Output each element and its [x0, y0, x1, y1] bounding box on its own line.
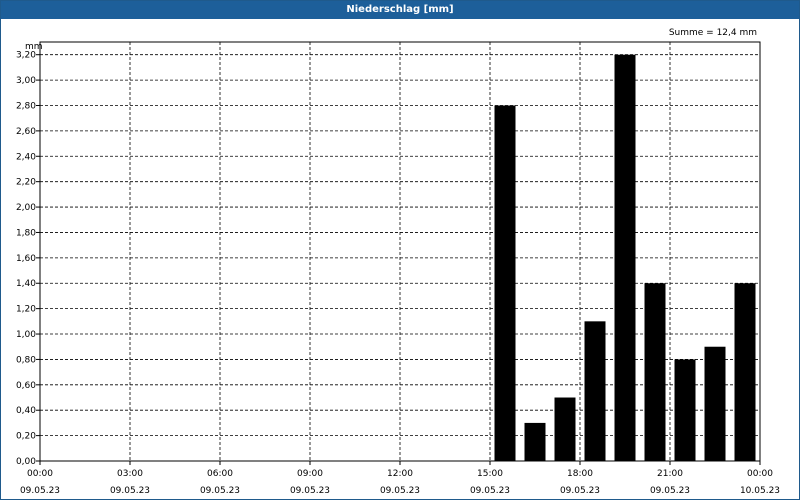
y-tick-label: 0,80 [16, 355, 36, 365]
y-tick-label: 1,80 [16, 228, 36, 238]
bar [554, 397, 576, 461]
y-tick-label: 0,60 [16, 381, 36, 391]
bar [734, 283, 756, 461]
x-tick-time: 18:00 [567, 469, 593, 479]
y-tick-label: 0,20 [16, 432, 36, 442]
bar [644, 283, 666, 461]
x-tick-time: 21:00 [657, 469, 683, 479]
window-title: Niederschlag [mm] [1, 1, 799, 19]
y-tick-label: 3,20 [16, 51, 36, 61]
bar [494, 105, 516, 461]
y-ticks: 0,00 0,20 0,40 0,60 0,80 1,00 1,20 1,40 1,60 1,80… [16, 51, 36, 467]
x-tick-date: 09.05.23 [110, 486, 150, 496]
x-tick-date: 09.05.23 [290, 486, 330, 496]
chart-window: Niederschlag [mm] mm Summe = 12,4 mm 0,0… [0, 0, 800, 500]
bar [524, 422, 546, 461]
x-tick-date: 09.05.23 [470, 486, 510, 496]
x-tick-time: 00:00 [27, 469, 53, 479]
y-tick-label: 1,00 [16, 330, 36, 340]
x-tick-time: 15:00 [477, 469, 503, 479]
y-tick-label: 1,20 [16, 305, 36, 315]
x-tick-time: 06:00 [207, 469, 233, 479]
bar [614, 54, 636, 462]
bar [674, 359, 696, 461]
x-tick-time: 09:00 [297, 469, 323, 479]
y-tick-label: 1,40 [16, 279, 36, 289]
x-tick-date: 10.05.23 [740, 486, 780, 496]
y-tick-label: 2,00 [16, 203, 36, 213]
x-tick-time: 12:00 [387, 469, 413, 479]
y-tick-label: 2,20 [16, 178, 36, 188]
sum-annotation: Summe = 12,4 mm [669, 28, 757, 38]
x-tick-date: 09.05.23 [200, 486, 240, 496]
y-tick-label: 2,60 [16, 127, 36, 137]
x-tick-date: 09.05.23 [650, 486, 690, 496]
y-tick-label: 2,40 [16, 152, 36, 162]
x-tick-time: 00:00 [747, 469, 773, 479]
x-ticks: 00:00 09.05.23 03:00 09.05.23 06:00 09.05.23 0… [20, 469, 780, 496]
x-tick-date: 09.05.23 [560, 486, 600, 496]
y-tick-label: 0,40 [16, 406, 36, 416]
bar [704, 346, 726, 461]
precipitation-chart: mm Summe = 12,4 mm 0,000,200,400,600,801… [16, 28, 780, 496]
y-tick-label: 1,60 [16, 254, 36, 264]
y-tick-label: 2,80 [16, 101, 36, 111]
y-tick-label: 0,00 [16, 457, 36, 467]
bar [584, 321, 606, 461]
x-tick-time: 03:00 [117, 469, 143, 479]
x-tick-date: 09.05.23 [380, 486, 420, 496]
y-tick-label: 3,00 [16, 76, 36, 86]
x-tick-date: 09.05.23 [20, 486, 60, 496]
